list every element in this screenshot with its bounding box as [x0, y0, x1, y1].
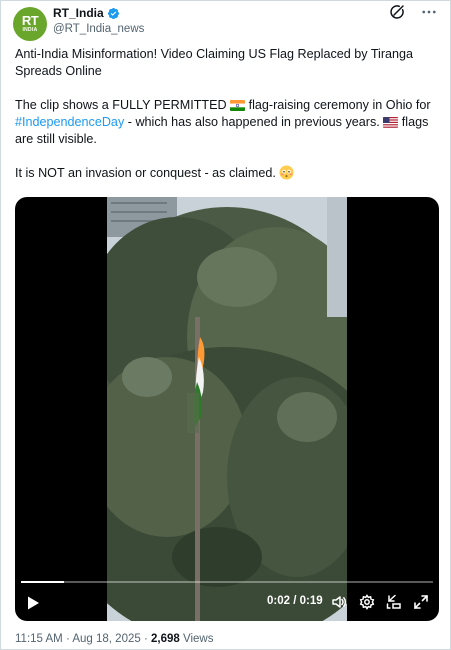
video-time: 0:02 / 0:19	[267, 595, 323, 607]
play-icon[interactable]	[25, 595, 41, 611]
author-info: RT_India @RT_India_news	[53, 5, 144, 35]
views-count: 2,698	[151, 633, 180, 645]
fullscreen-icon[interactable]	[413, 594, 429, 610]
more-icon[interactable]	[420, 3, 438, 21]
tweet-headline: Anti-India Misinformation! Video Claimin…	[15, 47, 414, 78]
volume-icon[interactable]	[331, 594, 347, 610]
grok-icon[interactable]	[388, 3, 406, 21]
video-player[interactable]: 0:02 / 0:19	[15, 197, 439, 621]
meta-separator: ·	[62, 633, 73, 645]
video-controls: 0:02 / 0:19	[15, 591, 439, 615]
tweet-body: Anti-India Misinformation! Video Claimin…	[15, 46, 439, 199]
meta-separator: ·	[140, 633, 151, 645]
tweet-text-segment: The clip shows a FULLY PERMITTED	[15, 98, 231, 112]
tweet-text-segment: - which has also happened in previous ye…	[124, 115, 384, 129]
views-label: Views	[179, 633, 214, 645]
author-display-name[interactable]: RT_India	[53, 6, 104, 20]
tweet-paragraph-3: It is NOT an invasion or conquest - as c…	[15, 165, 439, 182]
pip-icon[interactable]	[386, 594, 402, 610]
video-thumbnail	[107, 197, 347, 621]
video-progress-fill	[21, 581, 65, 583]
tweet-top-actions	[388, 3, 438, 21]
video-frame	[107, 197, 347, 621]
tweet-time[interactable]: 11:15 AM	[15, 633, 63, 645]
tweet-meta: 11:15 AM · Aug 18, 2025 · 2,698 Views	[15, 633, 213, 645]
tweet-text-segment: It is NOT an invasion or conquest - as c…	[15, 166, 280, 180]
hashtag-link[interactable]: #IndependenceDay	[15, 115, 124, 129]
us-flag-icon	[383, 117, 399, 128]
tweet-text-segment: flag-raising ceremony in Ohio for	[245, 98, 431, 112]
author-handle[interactable]: @RT_India_news	[53, 23, 144, 35]
video-progress-bar[interactable]	[21, 581, 433, 583]
avatar[interactable]: RT INDIA	[13, 7, 47, 41]
settings-icon[interactable]	[359, 594, 375, 610]
tweet-card: RT INDIA RT_India @RT_India_news Anti-In…	[0, 0, 451, 650]
flushed-face-emoji-icon	[279, 165, 294, 180]
india-flag-icon	[230, 100, 246, 111]
tweet-date[interactable]: Aug 18, 2025	[72, 633, 140, 645]
avatar-logo-subtext: INDIA	[22, 27, 38, 33]
tweet-paragraph-1: Anti-India Misinformation! Video Claimin…	[15, 46, 439, 80]
avatar-logo-text: RT	[21, 13, 39, 28]
tweet-paragraph-2: The clip shows a FULLY PERMITTED flag-ra…	[15, 97, 439, 148]
verified-badge-icon[interactable]	[107, 7, 120, 20]
